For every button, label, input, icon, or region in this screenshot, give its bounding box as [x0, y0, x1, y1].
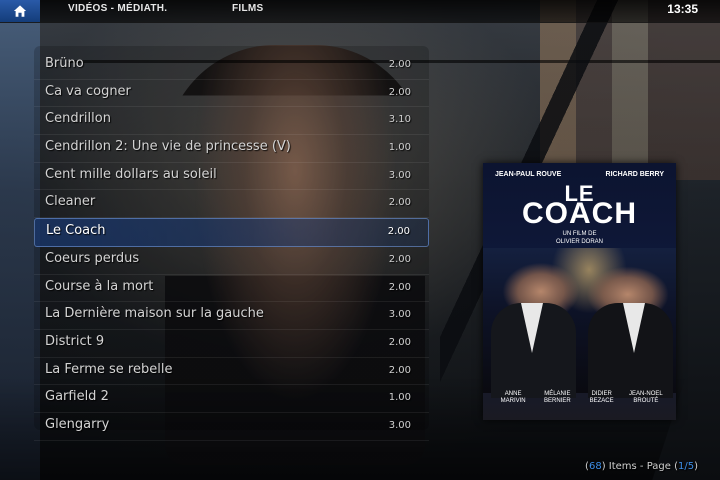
poster-credit-last: BEZACE: [589, 398, 614, 404]
list-item-title: Course à la mort: [45, 278, 154, 294]
top-bar: VIDÉOS - MÉDIATH. FILMS 13:35: [0, 0, 720, 23]
list-item-title: Ca va cogner: [45, 83, 131, 99]
home-button[interactable]: [0, 0, 40, 22]
list-item-rating: 2.00: [388, 197, 411, 209]
list-item[interactable]: La Dernière maison sur la gauche 3.00: [34, 302, 429, 330]
poster-credit-first: DIDIER: [591, 391, 612, 397]
poster-credit-last: MARIVIN: [500, 398, 526, 404]
list-item-rating: 1.00: [388, 392, 411, 404]
poster-director-line2: OLIVIER DORAN: [555, 239, 603, 245]
poster-credit: MÉLANIE BERNIER: [537, 391, 577, 405]
movie-poster: JEAN-PAUL ROUVE RICHARD BERRY LE COACH U…: [483, 163, 676, 420]
list-item-rating: 2.00: [387, 226, 410, 238]
list-item-title: La Dernière maison sur la gauche: [45, 306, 264, 322]
list-item[interactable]: La Ferme se rebelle 2.00: [34, 358, 429, 386]
list-item-title: Cent mille dollars au soleil: [45, 166, 217, 182]
list-item-selected[interactable]: Le Coach 2.00: [34, 218, 429, 247]
poster-credit-first: MÉLANIE: [544, 391, 571, 397]
list-item-rating: 2.00: [388, 364, 411, 376]
list-item-rating: 2.00: [388, 253, 411, 265]
poster-credit-last: BERNIER: [544, 398, 571, 404]
footer-page: 1/5: [678, 461, 695, 472]
list-item[interactable]: Garfield 2 1.00: [34, 385, 429, 413]
breadcrumb-videos[interactable]: VIDÉOS - MÉDIATH.: [68, 3, 167, 14]
list-item[interactable]: Brüno 2.00: [34, 52, 429, 80]
list-item[interactable]: Cendrillon 2: Une vie de princesse (V) 1.…: [34, 135, 429, 163]
poster-credit: DIDIER BEZACE: [582, 391, 622, 405]
list-item-rating: 3.00: [388, 169, 411, 181]
list-item-rating: 3.00: [388, 309, 411, 321]
list-footer: (68) Items - Page (1/5): [585, 461, 698, 472]
list-item-title: Cleaner: [45, 194, 96, 210]
media-center-screen: VIDÉOS - MÉDIATH. FILMS 13:35 Brüno 2.00 C…: [0, 0, 720, 480]
list-item[interactable]: Course à la mort 2.00: [34, 275, 429, 303]
poster-actors: JEAN-PAUL ROUVE RICHARD BERRY: [483, 171, 676, 178]
list-item-rating: 3.10: [388, 114, 411, 126]
footer-close-paren: ): [694, 461, 698, 472]
list-item[interactable]: District 9 2.00: [34, 330, 429, 358]
list-item[interactable]: Cendrillon 3.10: [34, 107, 429, 136]
home-icon: [13, 5, 27, 17]
list-item-title: Garfield 2: [45, 389, 109, 405]
poster-credit-first: JEAN-NOEL: [629, 391, 663, 397]
list-item-rating: 2.00: [388, 86, 411, 98]
movie-list: Brüno 2.00 Ca va cogner 2.00 Cendrillon 3.10 C…: [34, 52, 429, 441]
list-item-title: Le Coach: [46, 223, 106, 239]
list-item-title: La Ferme se rebelle: [45, 361, 173, 377]
poster-credit: ANNE MARIVIN: [493, 391, 533, 405]
breadcrumb-films[interactable]: FILMS: [232, 3, 264, 14]
poster-credits: ANNE MARIVIN MÉLANIE BERNIER DIDIER BEZA…: [483, 391, 676, 405]
list-item[interactable]: Cleaner 2.00: [34, 190, 429, 219]
list-item-title: District 9: [45, 333, 105, 349]
poster-title-line2: COACH: [522, 197, 637, 230]
list-item[interactable]: Ca va cogner 2.00: [34, 80, 429, 108]
list-item[interactable]: Glengarry 3.00: [34, 413, 429, 441]
list-item-rating: 2.00: [388, 336, 411, 348]
footer-item-count: 68: [588, 461, 602, 472]
poster-director-line1: UN FILM DE: [562, 231, 597, 237]
poster-credit-last: BROUTÉ: [633, 398, 659, 404]
poster-actor-right: RICHARD BERRY: [605, 171, 664, 178]
list-item-title: Glengarry: [45, 416, 110, 432]
list-item-rating: 2.00: [388, 59, 411, 70]
poster-director: UN FILM DE OLIVIER DORAN: [483, 230, 676, 246]
poster-actor-left: JEAN-PAUL ROUVE: [495, 171, 562, 178]
list-item[interactable]: Cent mille dollars au soleil 3.00: [34, 163, 429, 191]
list-item-title: Cendrillon: [45, 111, 111, 127]
poster-credit-first: ANNE: [504, 391, 522, 397]
list-item-title: Coeurs perdus: [45, 250, 140, 266]
list-item-rating: 2.00: [388, 281, 411, 293]
list-item-title: Brüno: [45, 56, 84, 71]
list-item-title: Cendrillon 2: Une vie de princesse (V): [45, 139, 291, 155]
poster-credit: JEAN-NOEL BROUTÉ: [626, 391, 666, 405]
list-item-rating: 1.00: [388, 142, 411, 154]
list-item-rating: 3.00: [388, 419, 411, 431]
list-item[interactable]: Coeurs perdus 2.00: [34, 247, 429, 275]
footer-items-label: ) Items - Page (: [601, 461, 678, 472]
clock: 13:35: [667, 2, 698, 16]
